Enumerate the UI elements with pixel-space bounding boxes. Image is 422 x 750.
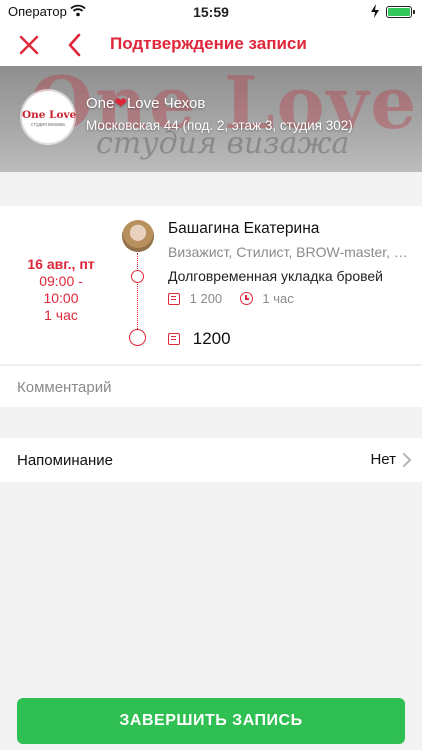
finish-booking-button[interactable]: ЗАВЕРШИТЬ ЗАПИСЬ [17,698,405,744]
master-name: Башагина Екатерина [168,220,320,237]
reminder-row[interactable]: Напоминание Нет [0,438,422,482]
page-title: Подтверждение записи [110,34,307,53]
booking-time-start: 09:00 - [39,273,83,289]
back-chevron-icon[interactable] [62,32,88,58]
salon-name: One❤Love Чехов [86,94,205,112]
booking-date: 16 авг., пт [27,256,95,272]
battery-icon [386,6,415,18]
avatar[interactable] [122,220,154,252]
service-name: Долговременная укладка бровей [168,268,384,284]
status-bar: Оператор 15:59 [0,0,422,24]
comment-input[interactable] [17,376,397,398]
booking-time-end: 10:00 [43,290,79,306]
reminder-value: Нет [370,451,396,468]
master-role: Визажист, Стилист, BROW-master, Мастер [168,244,412,260]
total-price: 1200 [168,328,231,349]
booking-card: 16 авг., пт 09:00 - 10:00 1 час Башагина… [0,206,422,364]
clock-icon [239,292,253,306]
salon-banner[interactable]: One Love студия визажа One Love студия в… [0,66,422,172]
timeline-line [137,253,139,331]
chevron-right-icon [403,453,411,467]
service-meta: 1 200 1 час [168,290,294,306]
service-duration: 1 час [262,291,294,307]
nav-bar: Подтверждение записи [0,24,422,66]
reminder-label: Напоминание [17,452,113,469]
charging-icon [371,4,379,18]
booking-datetime: 16 авг., пт 09:00 - 10:00 1 час [18,256,104,324]
salon-name-part-1: One [86,95,115,112]
clock: 15:59 [193,4,229,20]
heart-icon: ❤ [114,95,127,112]
wallet-icon [168,292,180,305]
timeline-node [131,270,144,283]
total-value: 1200 [192,328,231,348]
timeline-end-node [129,329,146,346]
salon-address: Московская 44 (под. 2, этаж 3, студия 30… [86,118,353,133]
wallet-icon [168,332,180,345]
booking-duration: 1 час [44,307,78,323]
service-price: 1 200 [189,291,223,307]
close-icon[interactable] [16,32,42,58]
logo-text: One Love [22,109,77,121]
comment-row [0,365,422,407]
salon-logo: One Love студия визажа [22,91,77,143]
salon-name-part-2: Love Чехов [126,95,206,112]
logo-subtext: студия визажа [31,122,65,128]
